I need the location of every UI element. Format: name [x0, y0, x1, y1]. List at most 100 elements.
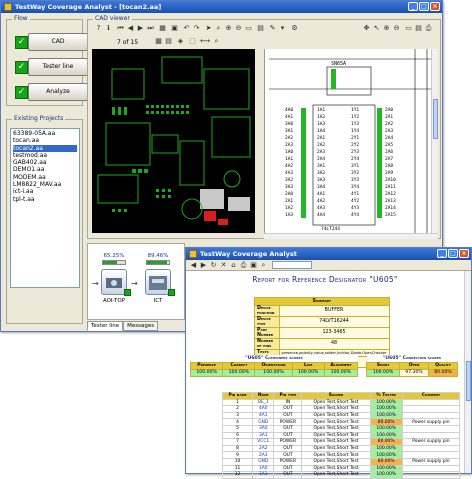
search-icon[interactable]: ⌕ [212, 37, 221, 46]
print-icon[interactable]: ⎙ [424, 24, 433, 33]
save-icon[interactable]: ▣ [249, 261, 258, 270]
table-row: 5 3A0 OUT Open Test,Short Test 100.00% [221, 424, 461, 433]
layout-icon[interactable]: ▦ [154, 37, 163, 46]
stop-icon[interactable]: ✕ [219, 261, 228, 270]
print-icon[interactable]: ⎙ [239, 261, 248, 270]
table-cell[interactable]: 2A3 [252, 451, 275, 459]
list-item[interactable]: testmod.aa [13, 152, 77, 159]
report-title: Report for Reference Designator "U605" [252, 275, 398, 284]
summary-key: Device type [254, 315, 280, 328]
info-icon[interactable]: ℹ [104, 24, 113, 33]
tester-line-button[interactable]: ✓ Tester line [15, 58, 88, 76]
table-cell[interactable]: OE_1 [252, 398, 275, 407]
pcb-view[interactable] [92, 49, 255, 233]
column-header: Comment [401, 392, 461, 400]
layer-icon[interactable]: ▤ [164, 37, 173, 46]
redo-icon[interactable]: ↷ [192, 24, 201, 33]
list-item[interactable]: tocan.aa [13, 137, 77, 144]
close-button[interactable]: × [459, 249, 469, 258]
table-cell: IN [273, 398, 303, 407]
list-item[interactable]: 63389-05A.aa [13, 130, 77, 137]
table-cell[interactable]: 4A0 [252, 405, 275, 413]
list-item[interactable]: tpl-t.aa [13, 196, 77, 203]
forward-icon[interactable]: ▶ [199, 261, 208, 270]
board-icon[interactable]: ▣ [170, 24, 179, 33]
svg-text:2A0: 2A0 [285, 191, 293, 197]
table-cell[interactable]: GND [252, 457, 275, 466]
scrollbar-thumb[interactable] [433, 99, 438, 139]
list-item[interactable]: MODEM.aa [13, 174, 77, 181]
main-window-title: TestWay Coverage Analyst - [tocan2.aa] [15, 3, 162, 11]
first-page-icon[interactable]: ⏮ [116, 24, 125, 33]
move-icon[interactable]: ✥ [362, 24, 371, 33]
layer-icon[interactable]: ▦ [158, 24, 167, 33]
list-item[interactable]: DEMO1.aa [13, 166, 77, 173]
main-titlebar[interactable]: TestWay Coverage Analyst - [tocan2.aa] _… [1, 1, 442, 13]
back-icon[interactable]: ◀ [189, 261, 198, 270]
tab-messages[interactable]: Messages [123, 321, 159, 331]
dropdown-icon[interactable]: ▾ [278, 24, 287, 33]
schematic-scrollbar[interactable] [431, 49, 438, 233]
scrollbar-thumb[interactable] [466, 361, 471, 401]
cad-button[interactable]: ✓ CAD [15, 33, 88, 51]
list-item-selected[interactable]: tocan2.aa [13, 144, 77, 152]
zoom-in-icon[interactable]: ⊕ [224, 24, 233, 33]
address-dropdown[interactable] [272, 261, 312, 269]
table-cell[interactable]: 1A1 [252, 471, 275, 479]
home-icon[interactable]: ⌂ [229, 261, 238, 270]
refresh-icon[interactable]: ↻ [209, 261, 218, 270]
column-header: Alignment [323, 361, 359, 370]
table-cell[interactable]: 3A0 [252, 424, 275, 433]
fit-icon[interactable]: ▭ [404, 24, 413, 33]
prev-page-icon[interactable]: ◀ [126, 24, 135, 33]
next-page-icon[interactable]: ▶ [136, 24, 145, 33]
grid-icon[interactable]: ▤ [256, 24, 265, 33]
table-cell[interactable]: 4A1 [252, 411, 275, 420]
help-icon[interactable]: ? [94, 24, 103, 33]
close-button[interactable]: × [430, 2, 440, 11]
cad-horizontal-scrollbar[interactable] [264, 233, 438, 239]
fit-icon[interactable]: ▭ [244, 24, 253, 33]
zoom-out-icon[interactable]: ⊖ [234, 24, 243, 33]
pointer-icon[interactable]: ↖ [372, 24, 381, 33]
analyze-button[interactable]: ✓ Analyze [15, 83, 88, 101]
zoom-in-icon[interactable]: ⊕ [382, 24, 391, 33]
list-item[interactable]: LM8822_MAV.aa [13, 181, 77, 188]
svg-text:3A3: 3A3 [317, 177, 325, 183]
report-titlebar[interactable]: TestWay Coverage Analyst _ □ × [186, 248, 471, 260]
table-cell[interactable]: 3A1 [252, 431, 275, 440]
tab-tester-line[interactable]: Tester line [87, 321, 124, 331]
svg-text:3Y1: 3Y1 [351, 163, 359, 169]
page-icon[interactable]: ▤ [414, 24, 423, 33]
minimize-button[interactable]: _ [437, 249, 447, 258]
highlight-icon[interactable]: ◈ [176, 37, 185, 46]
maximize-button[interactable]: □ [419, 2, 429, 11]
list-item[interactable]: ict-i.aa [13, 188, 77, 195]
cad-toolbar-2: ▦ ▤ ◈ ⬚ ⟷ ⌕ [92, 37, 252, 47]
table-cell[interactable]: 1A0 [252, 464, 275, 473]
score-cell: 100.00% [254, 368, 293, 377]
list-item[interactable]: GAB402.aa [13, 159, 77, 166]
minimize-button[interactable]: _ [408, 2, 418, 11]
svg-text:2A14: 2A14 [385, 205, 396, 211]
settings-icon[interactable]: ⚙ [290, 24, 299, 33]
projects-list[interactable]: 63389-05A.aa tocan.aa tocan2.aa testmod.… [10, 128, 80, 288]
pointer-icon[interactable]: ➤ [204, 24, 213, 33]
pen-icon[interactable]: ✎ [268, 24, 277, 33]
undo-icon[interactable]: ↶ [182, 24, 191, 33]
zoom-out-icon[interactable]: ⊖ [392, 24, 401, 33]
table-cell[interactable]: VCC1 [252, 438, 275, 446]
select-icon[interactable]: ⬚ [188, 37, 197, 46]
table-cell[interactable]: GND [252, 418, 275, 426]
schematic-view[interactable]: SN65A 4A0 4A1 3A0 3A1 2A2 2A3 1A0 1A1 4A2 4A3 3… [264, 49, 438, 233]
last-page-icon[interactable]: ⏭ [146, 24, 155, 33]
search-icon[interactable]: ⌕ [259, 261, 268, 270]
measure-icon[interactable]: ⟷ [200, 37, 210, 46]
zoom-area-icon[interactable]: ⌕ [214, 24, 223, 33]
score-cell: 100.00% [222, 368, 256, 377]
column-header: Correct [222, 361, 256, 370]
table-cell[interactable]: 2A2 [252, 444, 275, 453]
maximize-button[interactable]: □ [448, 249, 458, 258]
svg-text:1Y1: 1Y1 [351, 107, 359, 113]
report-scrollbar[interactable] [464, 271, 471, 473]
